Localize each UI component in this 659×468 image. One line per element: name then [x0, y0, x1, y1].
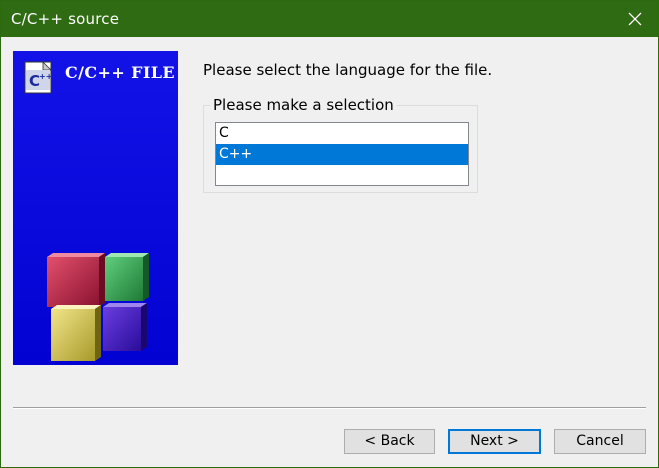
title-bar: C/C++ source	[1, 1, 658, 37]
window-title: C/C++ source	[11, 10, 120, 28]
button-separator	[13, 407, 646, 409]
wizard-side-panel: C ++ C/C++ FILE	[13, 51, 178, 365]
next-button[interactable]: Next >	[448, 429, 541, 454]
codeblocks-logo	[47, 253, 149, 361]
selection-group: Please make a selection C C++	[203, 96, 478, 193]
close-button[interactable]	[612, 1, 658, 37]
cancel-button[interactable]: Cancel	[554, 429, 646, 454]
wizard-window: C/C++ source C ++ C/C++ FILE Please sele…	[0, 0, 659, 468]
cpp-file-icon: C ++	[24, 61, 52, 94]
language-option-cpp[interactable]: C++	[216, 144, 468, 165]
svg-text:++: ++	[39, 72, 52, 81]
language-prompt: Please select the language for the file.	[203, 61, 493, 79]
selection-group-title: Please make a selection	[210, 96, 397, 114]
close-icon	[628, 12, 642, 26]
back-button[interactable]: < Back	[344, 429, 435, 454]
panel-title: C/C++ FILE	[65, 63, 175, 82]
language-listbox[interactable]: C C++	[215, 122, 469, 186]
language-option-c[interactable]: C	[216, 123, 468, 144]
